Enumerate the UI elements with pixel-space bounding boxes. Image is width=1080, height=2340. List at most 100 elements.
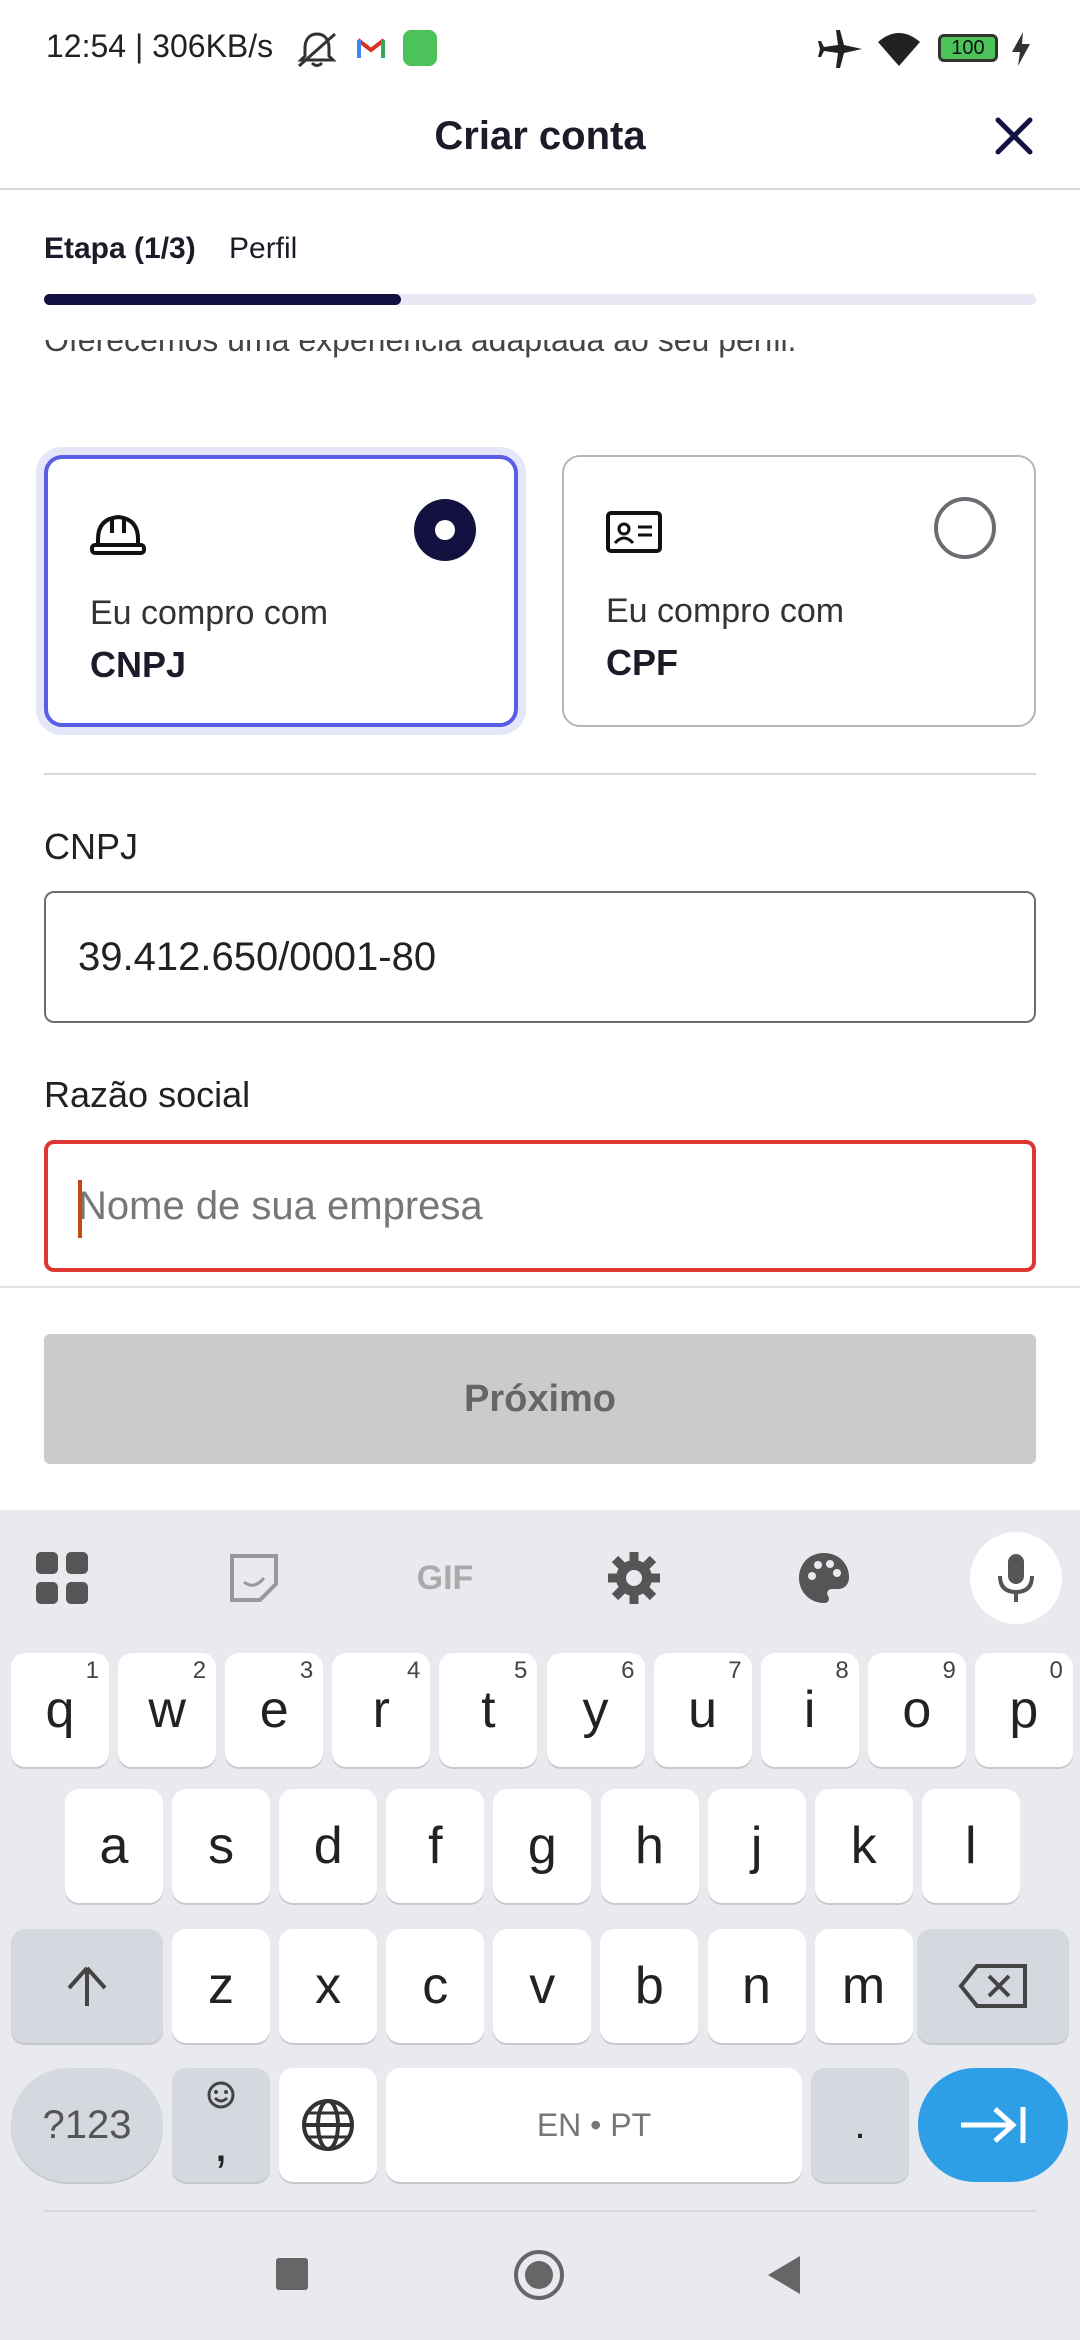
key-v[interactable]: v bbox=[493, 1929, 592, 2043]
key-r-label: r bbox=[372, 1681, 390, 1739]
symbols-key[interactable]: ?123 bbox=[11, 2068, 163, 2182]
step-progress-bar bbox=[44, 294, 1036, 305]
key-f[interactable]: f bbox=[386, 1789, 485, 1903]
status-time: 12:54 | 306KB/s bbox=[46, 28, 274, 64]
app-header: Criar conta bbox=[0, 96, 1080, 190]
gmail-icon bbox=[356, 38, 386, 58]
key-f-label: f bbox=[428, 1817, 443, 1875]
radio-cpf-unselected[interactable] bbox=[934, 497, 996, 559]
key-g[interactable]: g bbox=[493, 1789, 592, 1903]
key-u-hint: 7 bbox=[728, 1657, 742, 1684]
theme-palette-icon[interactable] bbox=[792, 1546, 856, 1610]
emoji-comma-key-label: , bbox=[213, 2115, 229, 2173]
key-p-hint: 0 bbox=[1049, 1657, 1063, 1684]
footer-divider bbox=[0, 1286, 1080, 1288]
charging-icon bbox=[1012, 32, 1030, 66]
key-q[interactable]: q1 bbox=[11, 1653, 109, 1767]
cnpj-field[interactable] bbox=[44, 891, 1036, 1023]
cnpj-label: CNPJ bbox=[44, 826, 139, 867]
home-button[interactable] bbox=[514, 2250, 564, 2300]
key-p[interactable]: p0 bbox=[974, 1653, 1073, 1767]
page-title: Criar conta bbox=[434, 114, 646, 158]
airplane-mode-icon bbox=[818, 30, 862, 68]
option-cnpj-card[interactable]: Eu compro com CNPJ bbox=[44, 455, 518, 727]
key-c[interactable]: c bbox=[386, 1929, 485, 2043]
period-key[interactable]: . bbox=[811, 2068, 909, 2182]
key-z[interactable]: z bbox=[172, 1929, 270, 2043]
settings-gear-icon[interactable] bbox=[602, 1546, 666, 1610]
key-a-label: a bbox=[99, 1817, 129, 1875]
key-w-label: w bbox=[148, 1681, 186, 1739]
key-u[interactable]: u7 bbox=[653, 1653, 752, 1767]
back-button[interactable] bbox=[764, 2254, 804, 2296]
emoji-comma-key[interactable]: , bbox=[172, 2068, 270, 2182]
close-icon[interactable] bbox=[994, 116, 1034, 156]
recents-button[interactable] bbox=[276, 2258, 308, 2290]
key-k[interactable]: k bbox=[814, 1789, 913, 1903]
option-cpf-line2: CPF bbox=[606, 642, 678, 683]
cnpj-input[interactable] bbox=[46, 893, 978, 1021]
key-q-label: q bbox=[45, 1681, 75, 1739]
key-t-hint: 5 bbox=[514, 1657, 528, 1684]
option-cnpj-line2: CNPJ bbox=[90, 644, 187, 685]
next-button[interactable]: Próximo bbox=[44, 1334, 1036, 1464]
app-notification-icon bbox=[403, 30, 437, 66]
key-s[interactable]: s bbox=[172, 1789, 271, 1903]
wifi-icon bbox=[878, 33, 920, 66]
status-bar: 12:54 | 306KB/s 100 bbox=[0, 0, 1080, 96]
option-cpf-card[interactable]: Eu compro com CPF bbox=[562, 455, 1036, 727]
enter-next-key[interactable] bbox=[918, 2068, 1068, 2182]
key-h[interactable]: h bbox=[600, 1789, 699, 1903]
key-n[interactable]: n bbox=[707, 1929, 806, 2043]
section-divider bbox=[44, 773, 1036, 775]
key-i[interactable]: i8 bbox=[760, 1653, 859, 1767]
apps-grid-icon[interactable] bbox=[30, 1546, 94, 1610]
key-o[interactable]: o9 bbox=[867, 1653, 966, 1767]
key-l-label: l bbox=[965, 1817, 977, 1875]
razao-social-input[interactable] bbox=[48, 1144, 978, 1268]
battery-icon: 100 bbox=[938, 34, 998, 62]
shift-key[interactable] bbox=[11, 1929, 163, 2043]
key-p-label: p bbox=[1009, 1681, 1039, 1739]
razao-social-field[interactable] bbox=[44, 1140, 1036, 1272]
radio-cnpj-selected[interactable] bbox=[414, 499, 476, 561]
id-card-icon bbox=[606, 511, 662, 553]
key-e[interactable]: e3 bbox=[225, 1653, 324, 1767]
key-n-label: n bbox=[742, 1957, 771, 2015]
key-g-label: g bbox=[527, 1817, 557, 1875]
key-l[interactable]: l bbox=[921, 1789, 1020, 1903]
gif-button[interactable]: GIF bbox=[405, 1546, 485, 1610]
key-u-label: u bbox=[688, 1681, 718, 1739]
sticker-icon[interactable] bbox=[222, 1546, 286, 1610]
key-r[interactable]: r4 bbox=[332, 1653, 431, 1767]
key-s-label: s bbox=[208, 1817, 235, 1875]
emoji-icon bbox=[207, 2081, 235, 2109]
key-j[interactable]: j bbox=[707, 1789, 806, 1903]
key-y-label: y bbox=[582, 1681, 609, 1739]
step-counter: Etapa (1/3) bbox=[44, 232, 196, 265]
key-b-label: b bbox=[634, 1957, 664, 2015]
intro-text: Oferecemos uma experiência adaptada ao s… bbox=[44, 340, 1036, 384]
key-b[interactable]: b bbox=[600, 1929, 699, 2043]
period-key-label: . bbox=[854, 2102, 866, 2147]
key-a[interactable]: a bbox=[65, 1789, 163, 1903]
step-name: Perfil bbox=[229, 232, 298, 265]
backspace-key[interactable] bbox=[917, 1929, 1069, 2043]
key-r-hint: 4 bbox=[406, 1657, 421, 1684]
system-navigation-bar bbox=[0, 2210, 1080, 2340]
key-w[interactable]: w2 bbox=[118, 1653, 217, 1767]
shift-arrow-icon bbox=[67, 1966, 107, 2006]
key-t[interactable]: t5 bbox=[439, 1653, 538, 1767]
key-d-label: d bbox=[313, 1817, 343, 1875]
microphone-icon[interactable] bbox=[970, 1532, 1062, 1624]
key-m[interactable]: m bbox=[814, 1929, 913, 2043]
space-key[interactable]: EN • PT bbox=[386, 2068, 802, 2182]
key-z-label: z bbox=[208, 1957, 234, 2015]
key-y[interactable]: y6 bbox=[546, 1653, 645, 1767]
key-x[interactable]: x bbox=[279, 1929, 378, 2043]
language-globe-key[interactable] bbox=[279, 2068, 377, 2182]
intro-text-label: Oferecemos uma experiência adaptada ao s… bbox=[44, 340, 797, 358]
key-o-hint: 9 bbox=[942, 1657, 956, 1684]
key-d[interactable]: d bbox=[279, 1789, 378, 1903]
option-cnpj-line1: Eu compro com bbox=[90, 594, 329, 632]
